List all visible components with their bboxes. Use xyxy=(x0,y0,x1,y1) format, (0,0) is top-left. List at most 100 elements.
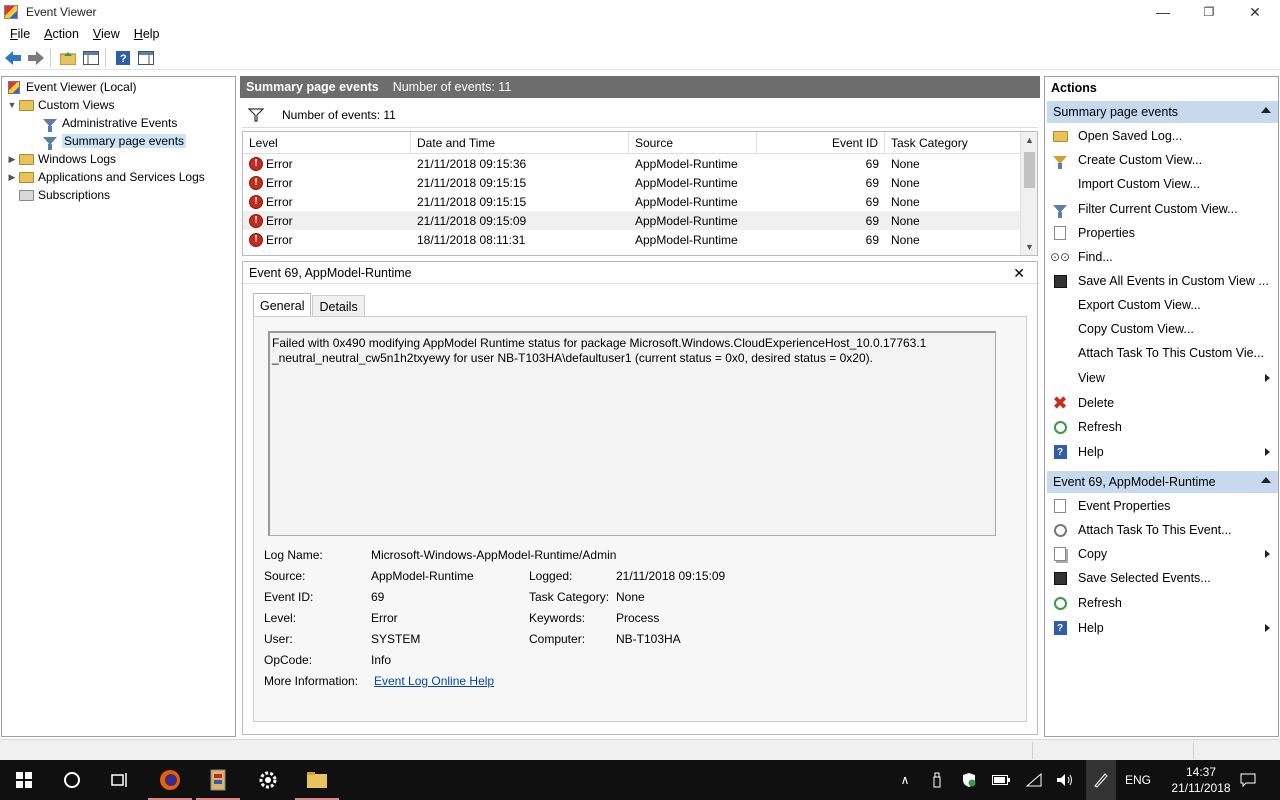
action-help-event-submenu[interactable]: ? Help xyxy=(1047,617,1278,639)
action-save-selected-events[interactable]: Save Selected Events... xyxy=(1047,567,1278,589)
expand-chevron-icon[interactable]: ▶ xyxy=(6,154,18,165)
clock-date: 21/11/2018 xyxy=(1171,781,1231,795)
row-event-id: 69 xyxy=(865,232,879,247)
menu-help[interactable]: Help xyxy=(134,27,160,41)
volume-icon[interactable] xyxy=(1053,760,1077,800)
back-button[interactable] xyxy=(3,48,23,68)
help-toolbar-button[interactable]: ? xyxy=(113,48,133,68)
table-row[interactable]: ! Error 21/11/2018 09:15:15 AppModel-Runt… xyxy=(243,192,1021,211)
action-attach-task-event[interactable]: Attach Task To This Event... xyxy=(1047,519,1278,541)
minimize-button[interactable]: — xyxy=(1140,0,1186,24)
row-event-id: 69 xyxy=(865,194,879,209)
battery-icon[interactable] xyxy=(989,760,1013,800)
action-find[interactable]: ⊙⊙ Find... xyxy=(1047,246,1278,268)
wifi-icon[interactable] xyxy=(1022,760,1046,800)
event-viewer-taskbar-button[interactable] xyxy=(194,760,242,800)
event-log-online-help-link[interactable]: Event Log Online Help xyxy=(374,674,494,688)
row-source: AppModel-Runtime xyxy=(635,232,738,247)
action-refresh-event[interactable]: Refresh xyxy=(1047,592,1278,614)
action-import-custom-view[interactable]: Import Custom View... xyxy=(1047,173,1278,195)
column-header-task-category[interactable]: Task Category xyxy=(885,132,1021,154)
action-refresh[interactable]: Refresh xyxy=(1047,416,1278,438)
show-hidden-icons-chevron-icon[interactable]: ∧ xyxy=(893,760,917,800)
scrollbar-thumb[interactable] xyxy=(1024,152,1035,188)
windows-security-shield-icon[interactable] xyxy=(958,760,980,800)
collapse-triangle-icon[interactable] xyxy=(1261,477,1271,483)
back-arrow-icon xyxy=(5,50,21,65)
search-button[interactable] xyxy=(48,760,96,800)
action-center-notification-icon[interactable] xyxy=(1234,760,1262,800)
tab-details[interactable]: Details xyxy=(312,295,365,317)
actions-section-event-69[interactable]: Event 69, AppModel-Runtime xyxy=(1047,471,1278,493)
table-row[interactable]: ! Error 21/11/2018 09:15:36 AppModel-Runt… xyxy=(243,154,1021,173)
grid-vertical-scrollbar[interactable]: ▲ ▼ xyxy=(1020,132,1037,255)
action-properties[interactable]: Properties xyxy=(1047,222,1278,244)
label-opcode: OpCode: xyxy=(264,653,313,667)
settings-taskbar-button[interactable] xyxy=(244,760,292,800)
column-header-date-time[interactable]: Date and Time xyxy=(411,132,629,154)
action-create-custom-view[interactable]: Create Custom View... xyxy=(1047,149,1278,171)
pen-ink-workspace-icon[interactable] xyxy=(1086,760,1116,800)
action-open-saved-log[interactable]: Open Saved Log... xyxy=(1047,125,1278,147)
actions-section-summary-page-events[interactable]: Summary page events xyxy=(1047,101,1278,123)
action-event-properties[interactable]: Event Properties xyxy=(1047,495,1278,517)
column-header-event-id[interactable]: Event ID xyxy=(757,132,885,154)
forward-button[interactable] xyxy=(26,48,46,68)
action-delete[interactable]: ✖ Delete xyxy=(1047,392,1278,414)
close-button[interactable]: ✕ xyxy=(1232,0,1278,24)
column-header-level[interactable]: Level xyxy=(243,132,411,154)
task-view-button[interactable] xyxy=(96,760,144,800)
menu-file[interactable]: File xyxy=(10,27,30,41)
action-copy-submenu[interactable]: Copy xyxy=(1047,543,1278,565)
table-row[interactable]: ! Error 21/11/2018 09:15:15 AppModel-Runt… xyxy=(243,173,1021,192)
show-hide-action-pane-button[interactable] xyxy=(136,48,156,68)
save-disk-icon xyxy=(1051,272,1069,290)
expand-chevron-icon[interactable]: ▶ xyxy=(6,172,18,183)
tree-item-windows-logs[interactable]: ▶ Windows Logs xyxy=(6,150,117,168)
collapse-chevron-icon[interactable]: ▼ xyxy=(6,100,18,110)
tree-item-label: Windows Logs xyxy=(38,152,117,166)
tree-item-event-viewer-local[interactable]: Event Viewer (Local) xyxy=(6,78,137,96)
menu-view[interactable]: View xyxy=(93,27,120,41)
table-row[interactable]: ! Error 18/11/2018 08:11:31 AppModel-Runt… xyxy=(243,230,1021,249)
table-row-selected[interactable]: ! Error 21/11/2018 09:15:09 AppModel-Runt… xyxy=(243,211,1021,230)
scroll-up-arrow-icon[interactable]: ▲ xyxy=(1021,132,1037,148)
copy-icon xyxy=(1051,545,1069,563)
start-button[interactable] xyxy=(0,760,48,800)
tree-item-summary-page-events[interactable]: Summary page events xyxy=(42,132,187,150)
tree-item-administrative-events[interactable]: Administrative Events xyxy=(42,114,177,132)
action-help-submenu[interactable]: ? Help xyxy=(1047,441,1278,463)
action-copy-custom-view[interactable]: Copy Custom View... xyxy=(1047,318,1278,340)
action-attach-task-custom-view[interactable]: Attach Task To This Custom Vie... xyxy=(1047,342,1278,364)
tree-item-custom-views[interactable]: ▼ Custom Views xyxy=(6,96,115,114)
action-view-submenu[interactable]: View xyxy=(1047,367,1278,389)
toolbar-separator xyxy=(105,48,106,67)
tree-item-label: Summary page events xyxy=(62,134,187,148)
row-source: AppModel-Runtime xyxy=(635,194,738,209)
show-hide-console-tree-button[interactable] xyxy=(81,48,101,68)
tree-item-subscriptions[interactable]: Subscriptions xyxy=(18,186,110,204)
collapse-triangle-icon[interactable] xyxy=(1261,107,1271,113)
column-header-source[interactable]: Source xyxy=(629,132,757,154)
action-save-all-events[interactable]: Save All Events in Custom View ... xyxy=(1047,270,1278,292)
menu-action[interactable]: Action xyxy=(44,27,79,41)
tree-item-applications-services-logs[interactable]: ▶ Applications and Services Logs xyxy=(6,168,205,186)
console-tree-icon xyxy=(83,50,99,65)
tab-general[interactable]: General xyxy=(253,293,312,317)
firefox-taskbar-button[interactable] xyxy=(146,760,194,800)
action-export-custom-view[interactable]: Export Custom View... xyxy=(1047,294,1278,316)
action-filter-current-custom-view[interactable]: Filter Current Custom View... xyxy=(1047,198,1278,220)
maximize-button[interactable]: ❐ xyxy=(1186,0,1232,24)
close-detail-icon[interactable]: ✕ xyxy=(1013,265,1025,282)
event-message-line1: Failed with 0x490 modifying AppModel Run… xyxy=(272,336,927,350)
event-detail-panel: Event 69, AppModel-Runtime ✕ General Det… xyxy=(242,261,1038,735)
usb-device-icon[interactable] xyxy=(926,760,948,800)
language-indicator[interactable]: ENG xyxy=(1120,760,1156,800)
up-folder-button[interactable] xyxy=(58,48,78,68)
label-level: Level: xyxy=(264,611,297,625)
file-explorer-taskbar-button[interactable] xyxy=(293,760,341,800)
row-datetime: 21/11/2018 09:15:09 xyxy=(417,213,527,228)
event-message-box[interactable]: Failed with 0x490 modifying AppModel Run… xyxy=(268,331,996,536)
taskbar-clock[interactable]: 14:37 21/11/2018 xyxy=(1168,764,1234,796)
scroll-down-arrow-icon[interactable]: ▼ xyxy=(1021,239,1037,255)
